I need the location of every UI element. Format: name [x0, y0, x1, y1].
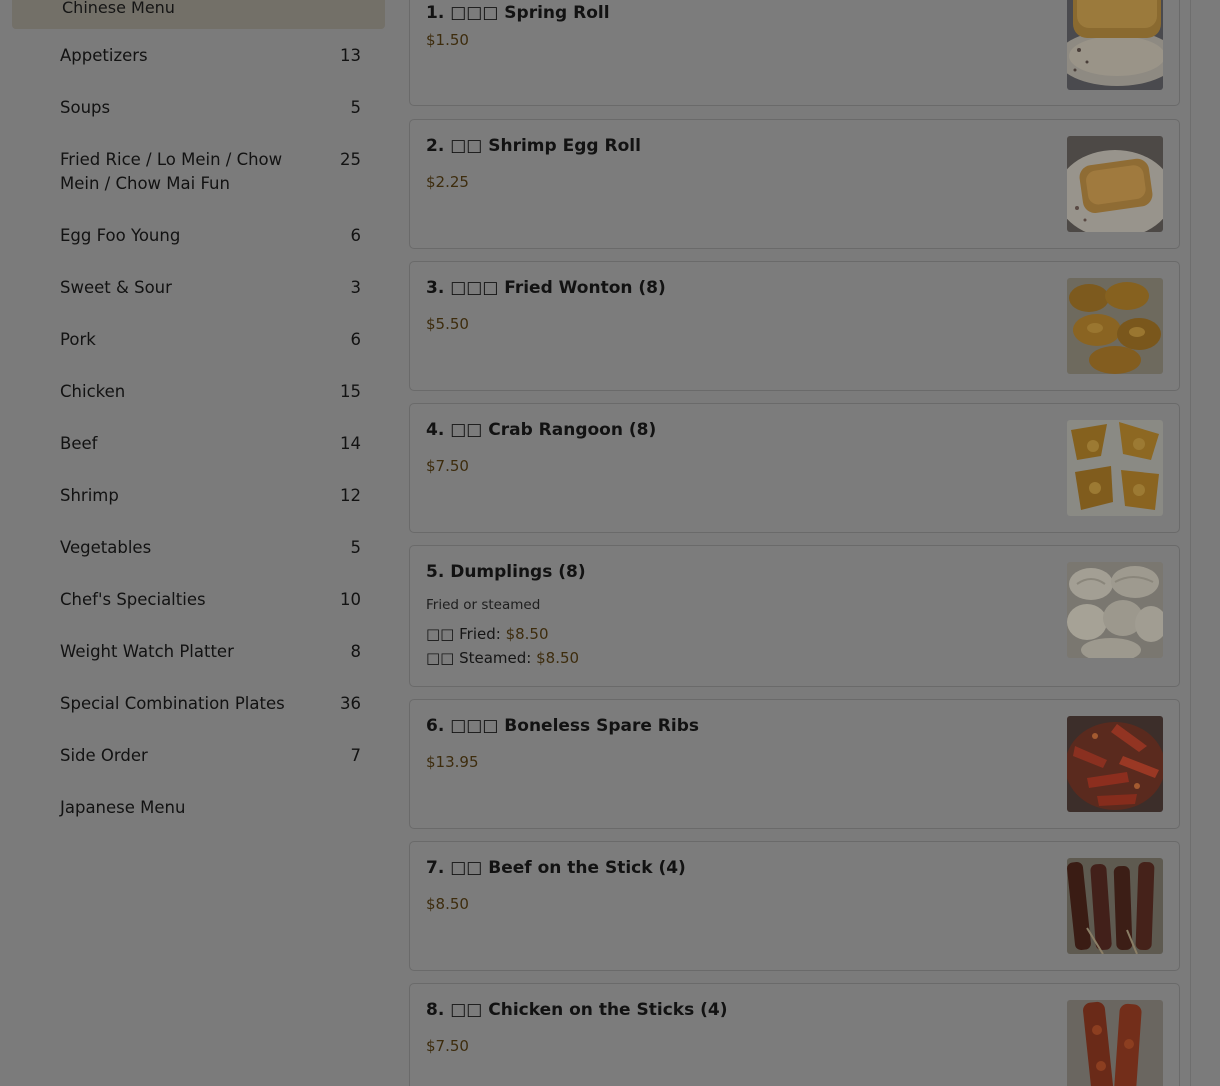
- beef-stick-photo[interactable]: [1067, 858, 1163, 954]
- item-description: Fried or steamed: [426, 597, 541, 613]
- category-label: Sweet & Sour: [60, 278, 172, 297]
- sidebar-item-appetizers[interactable]: Appetizers 13: [60, 44, 361, 68]
- menu-item-card[interactable]: 4. □□ Crab Rangoon (8) $7.50: [409, 403, 1180, 533]
- category-label: Chef's Specialties: [60, 590, 206, 609]
- sidebar-item-combination-plates[interactable]: Special Combination Plates 36: [60, 692, 361, 716]
- option-label: □□ Steamed:: [426, 649, 532, 667]
- menu-section-label: Chinese Menu: [62, 0, 175, 17]
- menu-item-card[interactable]: 2. □□ Shrimp Egg Roll $2.25: [409, 119, 1180, 249]
- sidebar-item-egg-foo-young[interactable]: Egg Foo Young 6: [60, 224, 361, 248]
- category-count: 8: [350, 642, 362, 661]
- category-count: 6: [350, 226, 362, 245]
- sidebar-item-chicken[interactable]: Chicken 15: [60, 380, 361, 404]
- option-label: □□ Fried:: [426, 625, 501, 643]
- category-label: Appetizers: [60, 46, 148, 65]
- menu-section-header[interactable]: Chinese Menu: [12, 0, 385, 29]
- sidebar-item-soups[interactable]: Soups 5: [60, 96, 361, 120]
- sidebar-item-japanese-menu[interactable]: Japanese Menu: [60, 796, 361, 820]
- category-count: 10: [340, 590, 361, 609]
- category-count: 15: [340, 382, 361, 401]
- menu-item-card[interactable]: 6. □□□ Boneless Spare Ribs $13.95: [409, 699, 1180, 829]
- category-label: Egg Foo Young: [60, 226, 181, 245]
- category-count: 12: [340, 486, 361, 505]
- sidebar-item-pork[interactable]: Pork 6: [60, 328, 361, 352]
- sidebar-item-chefs-specialties[interactable]: Chef's Specialties 10: [60, 588, 361, 612]
- item-option-steamed[interactable]: □□ Steamed: $8.50: [426, 649, 579, 667]
- item-price: $13.95: [426, 753, 479, 771]
- category-count: 3: [350, 278, 362, 297]
- category-count: 25: [340, 150, 361, 169]
- category-label: Chicken: [60, 382, 126, 401]
- item-price: $2.25: [426, 173, 469, 191]
- sidebar-item-side-order[interactable]: Side Order 7: [60, 744, 361, 768]
- category-sidebar: Chinese Menu Appetizers 13 Soups 5 Fried…: [12, 0, 385, 1086]
- chicken-stick-photo[interactable]: [1067, 1000, 1163, 1086]
- category-count: 5: [350, 98, 362, 117]
- crab-rangoon-photo[interactable]: [1067, 420, 1163, 516]
- category-label: Beef: [60, 434, 98, 453]
- item-price: $7.50: [426, 457, 469, 475]
- category-label: Shrimp: [60, 486, 119, 505]
- item-title: 7. □□ Beef on the Stick (4): [426, 858, 686, 878]
- sidebar-item-fried-rice[interactable]: Fried Rice / Lo Mein / Chow Mein / Chow …: [60, 148, 361, 196]
- item-title: 2. □□ Shrimp Egg Roll: [426, 136, 641, 156]
- category-label: Fried Rice / Lo Mein / Chow Mein / Chow …: [60, 150, 283, 193]
- option-price: $8.50: [505, 625, 549, 643]
- category-count: 6: [350, 330, 362, 349]
- sidebar-item-vegetables[interactable]: Vegetables 5: [60, 536, 361, 560]
- menu-item-card[interactable]: 7. □□ Beef on the Stick (4) $8.50: [409, 841, 1180, 971]
- fried-wonton-photo[interactable]: [1067, 278, 1163, 374]
- category-count: 36: [340, 694, 361, 713]
- category-count: 14: [340, 434, 361, 453]
- menu-item-card[interactable]: 5. Dumplings (8) Fried or steamed □□ Fri…: [409, 545, 1180, 687]
- category-label: Side Order: [60, 746, 148, 765]
- dumplings-photo[interactable]: [1067, 562, 1163, 658]
- menu-item-card[interactable]: 3. □□□ Fried Wonton (8) $5.50: [409, 261, 1180, 391]
- menu-item-card[interactable]: 8. □□ Chicken on the Sticks (4) $7.50: [409, 983, 1180, 1086]
- sidebar-item-beef[interactable]: Beef 14: [60, 432, 361, 456]
- item-option-fried[interactable]: □□ Fried: $8.50: [426, 625, 549, 643]
- category-label: Vegetables: [60, 538, 152, 557]
- category-count: 7: [350, 746, 362, 765]
- item-price: $5.50: [426, 315, 469, 333]
- sidebar-item-sweet-sour[interactable]: Sweet & Sour 3: [60, 276, 361, 300]
- item-title: 3. □□□ Fried Wonton (8): [426, 278, 666, 298]
- spring-roll-photo[interactable]: [1067, 0, 1163, 90]
- item-price: $1.50: [426, 31, 469, 49]
- option-price: $8.50: [536, 649, 580, 667]
- category-label: Pork: [60, 330, 96, 349]
- item-title: 6. □□□ Boneless Spare Ribs: [426, 716, 700, 736]
- category-label: Special Combination Plates: [60, 694, 285, 713]
- category-label: Japanese Menu: [60, 798, 186, 817]
- item-title: 5. Dumplings (8): [426, 562, 586, 582]
- content-border: [1190, 0, 1191, 1086]
- item-title: 8. □□ Chicken on the Sticks (4): [426, 1000, 728, 1020]
- item-title: 1. □□□ Spring Roll: [426, 3, 610, 23]
- item-price: $7.50: [426, 1037, 469, 1055]
- category-label: Weight Watch Platter: [60, 642, 234, 661]
- category-label: Soups: [60, 98, 111, 117]
- sidebar-item-shrimp[interactable]: Shrimp 12: [60, 484, 361, 508]
- egg-roll-photo[interactable]: [1067, 136, 1163, 232]
- category-count: 5: [350, 538, 362, 557]
- item-title: 4. □□ Crab Rangoon (8): [426, 420, 657, 440]
- spare-ribs-photo[interactable]: [1067, 716, 1163, 812]
- sidebar-item-weight-watch-platter[interactable]: Weight Watch Platter 8: [60, 640, 361, 664]
- menu-item-card[interactable]: 1. □□□ Spring Roll $1.50: [409, 0, 1180, 106]
- category-count: 13: [340, 46, 361, 65]
- item-price: $8.50: [426, 895, 469, 913]
